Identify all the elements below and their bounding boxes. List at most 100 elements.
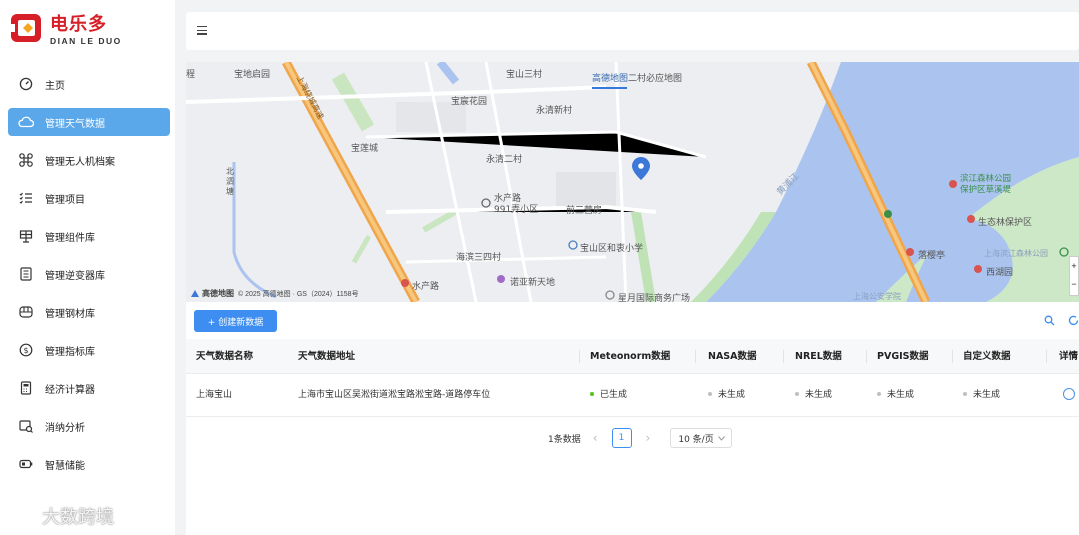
sidebar-item-label: 管理无人机档案 — [45, 156, 115, 168]
sidebar-menu: 主页 管理天气数据 管理无人机档案 管理项目 管理组件库 管理逆变器库 管理钢材… — [8, 70, 170, 488]
sidebar-item-calculator[interactable]: 经济计算器 — [8, 374, 170, 402]
column-header: PVGIS数据 — [877, 351, 929, 362]
column-divider — [695, 350, 696, 363]
sidebar-item-label: 管理天气数据 — [45, 118, 105, 130]
brand-name: 电乐多 — [50, 14, 107, 35]
map-layer-tab[interactable]: 高德地图 — [592, 71, 628, 84]
sidebar-item-label: 管理组件库 — [45, 232, 95, 244]
sidebar-item-label: 主页 — [45, 80, 65, 92]
map-attribution: 高德地图 © 2025 高德地图 · GS（2024）1158号 — [190, 288, 359, 299]
map-label: 宝莲城 — [351, 144, 379, 154]
brand-name-en: DIAN LE DUO — [50, 36, 122, 46]
search-icon[interactable] — [1044, 315, 1055, 329]
column-header: Meteonorm数据 — [590, 351, 671, 362]
map-label: 星月国际商务广场 — [618, 294, 691, 302]
map-label: 宝山三村 — [506, 70, 543, 80]
menu-toggle-icon[interactable] — [197, 26, 207, 36]
analysis-icon — [18, 418, 34, 434]
prev-page-icon[interactable]: ‹ — [593, 431, 598, 445]
column-header: 天气数据名称 — [196, 351, 254, 362]
map-copyright: © 2025 高德地图 · GS（2024）1158号 — [238, 290, 359, 298]
map-label: 滨江森林公园 保护区草溪堤 — [960, 174, 1012, 195]
sidebar-item-label: 管理指标库 — [45, 346, 95, 358]
top-header — [186, 12, 1079, 50]
page-size-select[interactable]: 10 条/页 — [670, 428, 733, 448]
map-label: 生态林保护区 — [978, 218, 1033, 228]
battery-icon — [18, 456, 34, 472]
sidebar: 电乐多 DIAN LE DUO 主页 管理天气数据 管理无人机档案 管理项目 管… — [0, 0, 175, 535]
map-label: 前三营房 — [566, 206, 603, 216]
steel-icon — [18, 304, 34, 320]
sidebar-item-storage[interactable]: 智慧储能 — [8, 450, 170, 478]
table-row[interactable]: 上海宝山 上海市宝山区吴淞街道淞宝路淞宝路-道路停车位 已生成 未生成 未生成 … — [186, 374, 1079, 417]
sidebar-item-projects[interactable]: 管理项目 — [8, 184, 170, 212]
chevron-down-icon — [718, 435, 726, 441]
column-divider — [783, 350, 784, 363]
cell-meteonorm-status: 已生成 — [590, 374, 627, 417]
status-dot — [708, 391, 712, 396]
weather-data-panel: + 创建新数据 天气数据名称 天气数据地址 Meteonorm数据 NASA数据… — [186, 302, 1079, 535]
map-label: 上海公安学院 — [853, 292, 901, 301]
sidebar-item-inverters[interactable]: 管理逆变器库 — [8, 260, 170, 288]
create-data-button[interactable]: + 创建新数据 — [194, 310, 277, 332]
map-label: 宝山区和衷小学 — [580, 244, 644, 254]
sidebar-item-drone[interactable]: 管理无人机档案 — [8, 146, 170, 174]
dollar-circle-icon: $ — [18, 342, 34, 358]
cell-address: 上海市宝山区吴淞街道淞宝路淞宝路-道路停车位 — [298, 390, 491, 400]
logo-mark-icon — [10, 12, 46, 44]
map-label: 海滨三四村 — [456, 253, 502, 263]
page-size-value: 10 条/页 — [678, 434, 714, 445]
column-header: 天气数据地址 — [298, 351, 356, 362]
sidebar-item-steel[interactable]: 管理钢材库 — [8, 298, 170, 326]
column-header: NREL数据 — [795, 351, 842, 362]
column-divider — [1046, 350, 1047, 363]
watermark-text: 大数跨境 — [42, 507, 114, 528]
sidebar-item-label: 智慧储能 — [45, 460, 85, 472]
column-header: 详情 — [1059, 351, 1079, 362]
sidebar-item-label: 消纳分析 — [45, 422, 85, 434]
sidebar-item-home[interactable]: 主页 — [8, 70, 170, 98]
map-label: 永清新村 — [536, 106, 573, 116]
map-label: 上海滨江森林公园 — [984, 249, 1048, 258]
dashboard-gauge-icon — [18, 76, 34, 92]
watermark-logo-icon — [9, 507, 39, 522]
map-layer-tab[interactable]: 二村必应地图 — [628, 71, 682, 84]
map-label: 宝地启园 — [234, 70, 271, 80]
map-label: 宝宸花园 — [451, 97, 488, 107]
sidebar-item-modules[interactable]: 管理组件库 — [8, 222, 170, 250]
calculator-icon — [18, 380, 34, 396]
sidebar-item-label: 管理逆变器库 — [45, 270, 105, 282]
column-divider — [579, 350, 580, 363]
map-view[interactable]: 程 宝地启园 宝山三村 高德地图 二村必应地图 宝宸花园 永清新村 宝莲城 永清… — [186, 62, 1079, 302]
page-button-current[interactable]: 1 — [611, 428, 632, 448]
sidebar-item-weather-data[interactable]: 管理天气数据 — [8, 108, 170, 136]
column-divider — [952, 350, 953, 363]
map-label: 落樱亭 — [918, 251, 946, 261]
sidebar-item-consumption[interactable]: 消纳分析 — [8, 412, 170, 440]
map-zoom-control[interactable]: + − — [1069, 256, 1079, 296]
sidebar-item-indicators[interactable]: $ 管理指标库 — [8, 336, 170, 364]
status-text: 已生成 — [600, 390, 628, 400]
next-page-icon[interactable]: › — [646, 431, 651, 445]
detail-view-icon[interactable] — [1063, 388, 1075, 400]
refresh-icon[interactable] — [1068, 315, 1079, 329]
column-header: 自定义数据 — [963, 351, 1011, 362]
solar-panel-icon — [18, 228, 34, 244]
map-label: 西湖园 — [986, 268, 1014, 278]
status-text: 未生成 — [973, 390, 1001, 400]
map-label: 北泗塘 — [226, 167, 234, 196]
status-text: 未生成 — [887, 390, 915, 400]
inverter-icon — [18, 266, 34, 282]
cell-custom-status: 未生成 — [963, 374, 1000, 417]
cell-name: 上海宝山 — [196, 390, 233, 400]
gaode-logo-icon — [191, 290, 199, 297]
table-header: 天气数据名称 天气数据地址 Meteonorm数据 NASA数据 NREL数据 … — [186, 339, 1079, 374]
map-brand: 高德地图 — [202, 289, 234, 298]
checklist-icon — [18, 190, 34, 206]
brand-logo[interactable]: 电乐多 DIAN LE DUO — [10, 10, 122, 46]
cell-pvgis-status: 未生成 — [877, 374, 914, 417]
pagination: 1条数据 ‹ 1 › 10 条/页 — [548, 427, 733, 449]
watermark: 大数跨境 — [8, 503, 114, 529]
cell-nasa-status: 未生成 — [708, 374, 745, 417]
cell-nrel-status: 未生成 — [795, 374, 832, 417]
